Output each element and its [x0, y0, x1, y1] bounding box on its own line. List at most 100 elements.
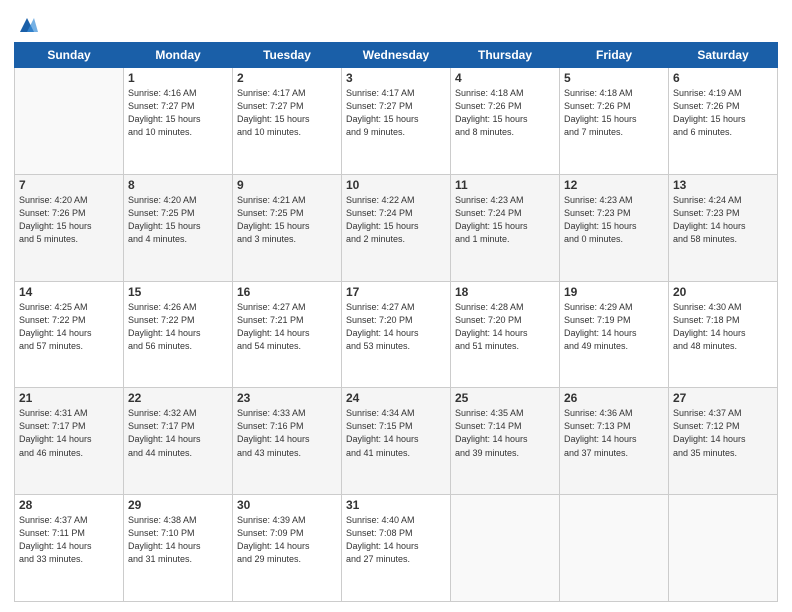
calendar-cell: 16Sunrise: 4:27 AMSunset: 7:21 PMDayligh…: [233, 281, 342, 388]
cell-info: Sunrise: 4:23 AMSunset: 7:24 PMDaylight:…: [455, 194, 555, 246]
day-number: 29: [128, 498, 228, 512]
cell-info: Sunrise: 4:40 AMSunset: 7:08 PMDaylight:…: [346, 514, 446, 566]
weekday-thursday: Thursday: [451, 43, 560, 68]
cell-info: Sunrise: 4:34 AMSunset: 7:15 PMDaylight:…: [346, 407, 446, 459]
cell-info: Sunrise: 4:33 AMSunset: 7:16 PMDaylight:…: [237, 407, 337, 459]
day-number: 20: [673, 285, 773, 299]
cell-info: Sunrise: 4:39 AMSunset: 7:09 PMDaylight:…: [237, 514, 337, 566]
weekday-saturday: Saturday: [669, 43, 778, 68]
calendar-cell: 20Sunrise: 4:30 AMSunset: 7:18 PMDayligh…: [669, 281, 778, 388]
cell-info: Sunrise: 4:36 AMSunset: 7:13 PMDaylight:…: [564, 407, 664, 459]
day-number: 1: [128, 71, 228, 85]
week-row-2: 7 Sunrise: 4:20 AMSunset: 7:26 PMDaylight…: [15, 174, 778, 281]
calendar-cell: 4 Sunrise: 4:18 AMSunset: 7:26 PMDaylight…: [451, 68, 560, 175]
cell-info: Sunrise: 4:24 AMSunset: 7:23 PMDaylight:…: [673, 194, 773, 246]
day-number: 27: [673, 391, 773, 405]
day-number: 13: [673, 178, 773, 192]
cell-info: Sunrise: 4:23 AMSunset: 7:23 PMDaylight:…: [564, 194, 664, 246]
calendar-cell: 31 Sunrise: 4:40 AMSunset: 7:08 PMDayligh…: [342, 495, 451, 602]
calendar-cell: 10 Sunrise: 4:22 AMSunset: 7:24 PMDayligh…: [342, 174, 451, 281]
day-number: 31: [346, 498, 446, 512]
day-number: 4: [455, 71, 555, 85]
day-number: 30: [237, 498, 337, 512]
day-number: 23: [237, 391, 337, 405]
calendar-cell: [669, 495, 778, 602]
cell-info: Sunrise: 4:35 AMSunset: 7:14 PMDaylight:…: [455, 407, 555, 459]
calendar-cell: 18 Sunrise: 4:28 AMSunset: 7:20 PMDayligh…: [451, 281, 560, 388]
day-number: 2: [237, 71, 337, 85]
calendar-cell: [15, 68, 124, 175]
weekday-sunday: Sunday: [15, 43, 124, 68]
calendar-cell: 28 Sunrise: 4:37 AMSunset: 7:11 PMDayligh…: [15, 495, 124, 602]
cell-info: Sunrise: 4:18 AMSunset: 7:26 PMDaylight:…: [564, 87, 664, 139]
cell-info: Sunrise: 4:26 AMSunset: 7:22 PMDaylight:…: [128, 301, 228, 353]
calendar-cell: [560, 495, 669, 602]
cell-info: Sunrise: 4:32 AMSunset: 7:17 PMDaylight:…: [128, 407, 228, 459]
logo-icon: [16, 14, 38, 36]
week-row-3: 14 Sunrise: 4:25 AMSunset: 7:22 PMDayligh…: [15, 281, 778, 388]
cell-info: Sunrise: 4:20 AMSunset: 7:26 PMDaylight:…: [19, 194, 119, 246]
cell-info: Sunrise: 4:17 AMSunset: 7:27 PMDaylight:…: [237, 87, 337, 139]
day-number: 28: [19, 498, 119, 512]
week-row-5: 28 Sunrise: 4:37 AMSunset: 7:11 PMDayligh…: [15, 495, 778, 602]
day-number: 10: [346, 178, 446, 192]
day-number: 12: [564, 178, 664, 192]
calendar-cell: 11Sunrise: 4:23 AMSunset: 7:24 PMDayligh…: [451, 174, 560, 281]
day-number: 17: [346, 285, 446, 299]
cell-info: Sunrise: 4:38 AMSunset: 7:10 PMDaylight:…: [128, 514, 228, 566]
day-number: 3: [346, 71, 446, 85]
calendar-cell: 26 Sunrise: 4:36 AMSunset: 7:13 PMDayligh…: [560, 388, 669, 495]
calendar-cell: 3Sunrise: 4:17 AMSunset: 7:27 PMDaylight…: [342, 68, 451, 175]
calendar-cell: 13 Sunrise: 4:24 AMSunset: 7:23 PMDayligh…: [669, 174, 778, 281]
cell-info: Sunrise: 4:31 AMSunset: 7:17 PMDaylight:…: [19, 407, 119, 459]
calendar-cell: 30 Sunrise: 4:39 AMSunset: 7:09 PMDayligh…: [233, 495, 342, 602]
weekday-tuesday: Tuesday: [233, 43, 342, 68]
day-number: 7: [19, 178, 119, 192]
calendar-cell: 15Sunrise: 4:26 AMSunset: 7:22 PMDayligh…: [124, 281, 233, 388]
day-number: 14: [19, 285, 119, 299]
cell-info: Sunrise: 4:25 AMSunset: 7:22 PMDaylight:…: [19, 301, 119, 353]
calendar-cell: 17 Sunrise: 4:27 AMSunset: 7:20 PMDayligh…: [342, 281, 451, 388]
calendar-cell: 23 Sunrise: 4:33 AMSunset: 7:16 PMDayligh…: [233, 388, 342, 495]
calendar-cell: 25 Sunrise: 4:35 AMSunset: 7:14 PMDayligh…: [451, 388, 560, 495]
day-number: 25: [455, 391, 555, 405]
calendar-cell: 6 Sunrise: 4:19 AMSunset: 7:26 PMDaylight…: [669, 68, 778, 175]
weekday-friday: Friday: [560, 43, 669, 68]
day-number: 19: [564, 285, 664, 299]
calendar-cell: 2 Sunrise: 4:17 AMSunset: 7:27 PMDaylight…: [233, 68, 342, 175]
calendar-cell: 27 Sunrise: 4:37 AMSunset: 7:12 PMDayligh…: [669, 388, 778, 495]
calendar-cell: 1 Sunrise: 4:16 AMSunset: 7:27 PMDaylight…: [124, 68, 233, 175]
day-number: 24: [346, 391, 446, 405]
header: [14, 10, 778, 36]
day-number: 6: [673, 71, 773, 85]
day-number: 5: [564, 71, 664, 85]
weekday-header-row: SundayMondayTuesdayWednesdayThursdayFrid…: [15, 43, 778, 68]
week-row-1: 1 Sunrise: 4:16 AMSunset: 7:27 PMDaylight…: [15, 68, 778, 175]
calendar-cell: 9 Sunrise: 4:21 AMSunset: 7:25 PMDaylight…: [233, 174, 342, 281]
calendar-cell: 7 Sunrise: 4:20 AMSunset: 7:26 PMDaylight…: [15, 174, 124, 281]
calendar-cell: 24 Sunrise: 4:34 AMSunset: 7:15 PMDayligh…: [342, 388, 451, 495]
calendar-cell: 14 Sunrise: 4:25 AMSunset: 7:22 PMDayligh…: [15, 281, 124, 388]
day-number: 26: [564, 391, 664, 405]
cell-info: Sunrise: 4:27 AMSunset: 7:20 PMDaylight:…: [346, 301, 446, 353]
cell-info: Sunrise: 4:21 AMSunset: 7:25 PMDaylight:…: [237, 194, 337, 246]
calendar-cell: 5 Sunrise: 4:18 AMSunset: 7:26 PMDaylight…: [560, 68, 669, 175]
cell-info: Sunrise: 4:20 AMSunset: 7:25 PMDaylight:…: [128, 194, 228, 246]
cell-info: Sunrise: 4:37 AMSunset: 7:11 PMDaylight:…: [19, 514, 119, 566]
cell-info: Sunrise: 4:29 AMSunset: 7:19 PMDaylight:…: [564, 301, 664, 353]
weekday-wednesday: Wednesday: [342, 43, 451, 68]
cell-info: Sunrise: 4:19 AMSunset: 7:26 PMDaylight:…: [673, 87, 773, 139]
day-number: 21: [19, 391, 119, 405]
day-number: 9: [237, 178, 337, 192]
calendar-table: SundayMondayTuesdayWednesdayThursdayFrid…: [14, 42, 778, 602]
cell-info: Sunrise: 4:37 AMSunset: 7:12 PMDaylight:…: [673, 407, 773, 459]
cell-info: Sunrise: 4:16 AMSunset: 7:27 PMDaylight:…: [128, 87, 228, 139]
calendar-cell: 19 Sunrise: 4:29 AMSunset: 7:19 PMDayligh…: [560, 281, 669, 388]
cell-info: Sunrise: 4:18 AMSunset: 7:26 PMDaylight:…: [455, 87, 555, 139]
calendar-cell: 29 Sunrise: 4:38 AMSunset: 7:10 PMDayligh…: [124, 495, 233, 602]
cell-info: Sunrise: 4:22 AMSunset: 7:24 PMDaylight:…: [346, 194, 446, 246]
day-number: 18: [455, 285, 555, 299]
cell-info: Sunrise: 4:28 AMSunset: 7:20 PMDaylight:…: [455, 301, 555, 353]
calendar-cell: 22Sunrise: 4:32 AMSunset: 7:17 PMDayligh…: [124, 388, 233, 495]
page: SundayMondayTuesdayWednesdayThursdayFrid…: [0, 0, 792, 612]
